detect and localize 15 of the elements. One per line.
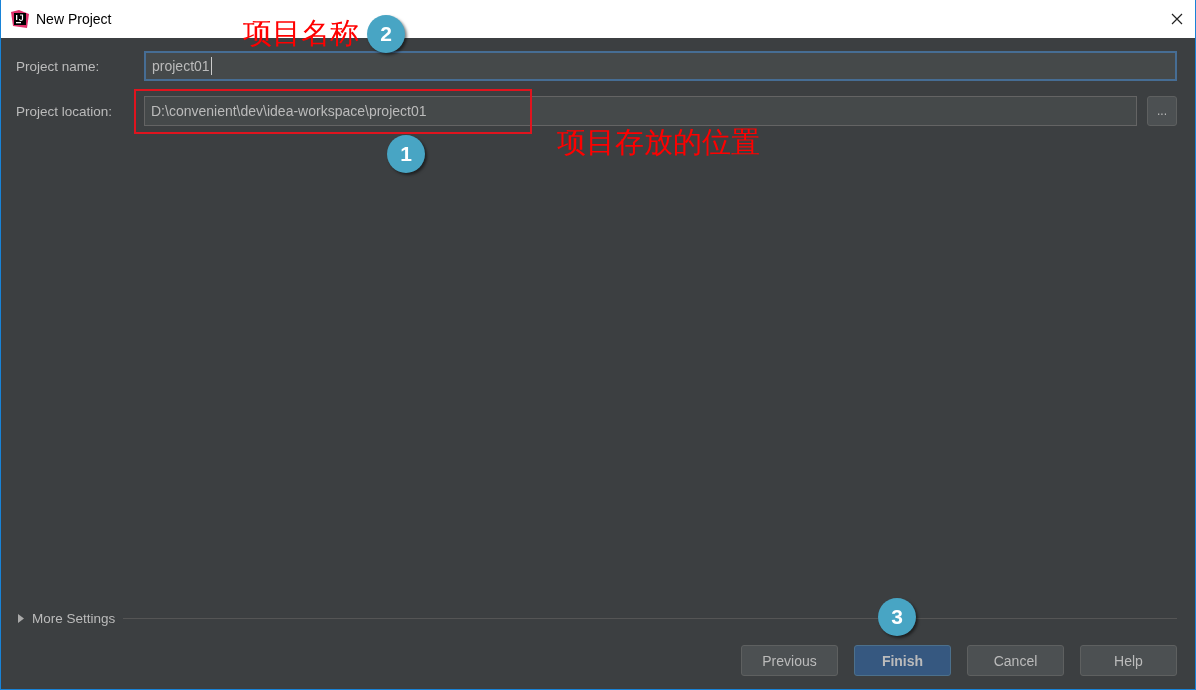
dialog-button[interactable]: Previous xyxy=(741,645,838,676)
more-settings-toggle[interactable]: More Settings xyxy=(32,611,116,626)
app-logo-icon xyxy=(11,10,29,28)
text-field[interactable]: project01 xyxy=(144,51,1177,81)
dialog-button[interactable]: Finish xyxy=(854,645,951,676)
caret-right-icon[interactable] xyxy=(18,614,24,623)
annotation-text: 项目存放的位置 xyxy=(557,128,760,157)
close-icon[interactable] xyxy=(1171,13,1183,25)
dialog-button[interactable]: Cancel xyxy=(967,645,1064,676)
text-field[interactable]: D:\convenient\dev\idea-workspace\project01 xyxy=(144,96,1137,126)
field-label: Project name: xyxy=(16,58,101,74)
dialog-button[interactable]: Help xyxy=(1080,645,1177,676)
window-title: New Project xyxy=(36,11,112,27)
field-label: Project location: xyxy=(16,103,114,119)
browse-button[interactable]: ... xyxy=(1147,96,1177,126)
